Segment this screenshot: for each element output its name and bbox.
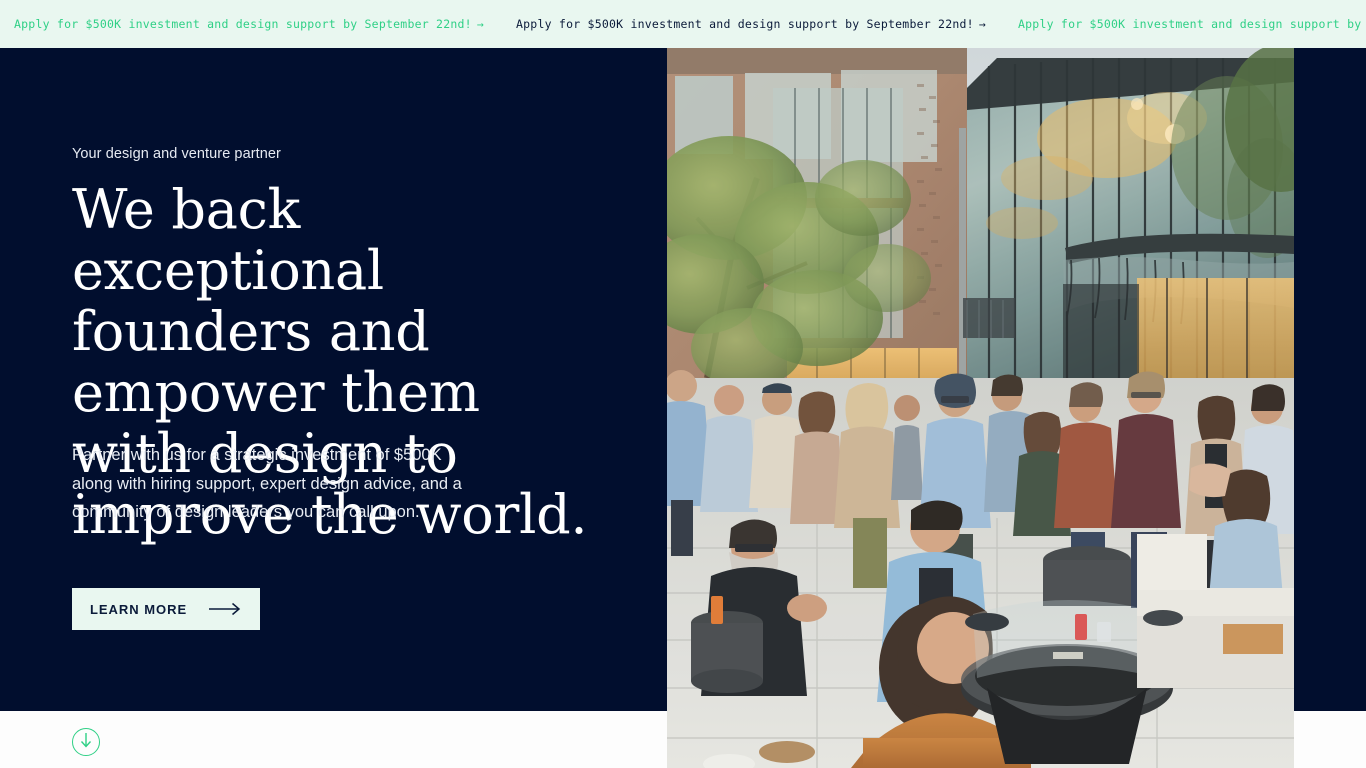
- hero-content: Your design and venture partner We back …: [0, 48, 667, 711]
- hero-photo: [667, 48, 1294, 768]
- arrow-down-icon: [80, 732, 92, 753]
- learn-more-label: LEARN MORE: [90, 601, 188, 617]
- arrow-right-icon: →: [978, 17, 986, 31]
- learn-more-button[interactable]: LEARN MORE: [72, 588, 261, 630]
- ticker-item[interactable]: Apply for $500K investment and design su…: [14, 17, 516, 31]
- arrow-right-icon: [209, 602, 241, 616]
- hero-description: Partner with us for a strategic investme…: [72, 446, 462, 522]
- scroll-down-button[interactable]: [72, 728, 100, 756]
- ticker-item[interactable]: Apply for $500K investment and design su…: [516, 17, 1018, 31]
- announcement-ticker[interactable]: Apply for $500K investment and design su…: [0, 0, 1366, 48]
- arrow-right-icon: →: [476, 17, 484, 31]
- hero-page: Apply for $500K investment and design su…: [0, 0, 1366, 768]
- ticker-track: Apply for $500K investment and design su…: [0, 17, 1366, 31]
- ticker-item-text: Apply for $500K investment and design su…: [14, 17, 472, 31]
- hero-eyebrow: Your design and venture partner: [72, 146, 281, 162]
- ticker-item-text: Apply for $500K investment and design su…: [1018, 17, 1366, 31]
- ticker-item-text: Apply for $500K investment and design su…: [516, 17, 974, 31]
- ticker-item[interactable]: Apply for $500K investment and design su…: [1018, 17, 1366, 31]
